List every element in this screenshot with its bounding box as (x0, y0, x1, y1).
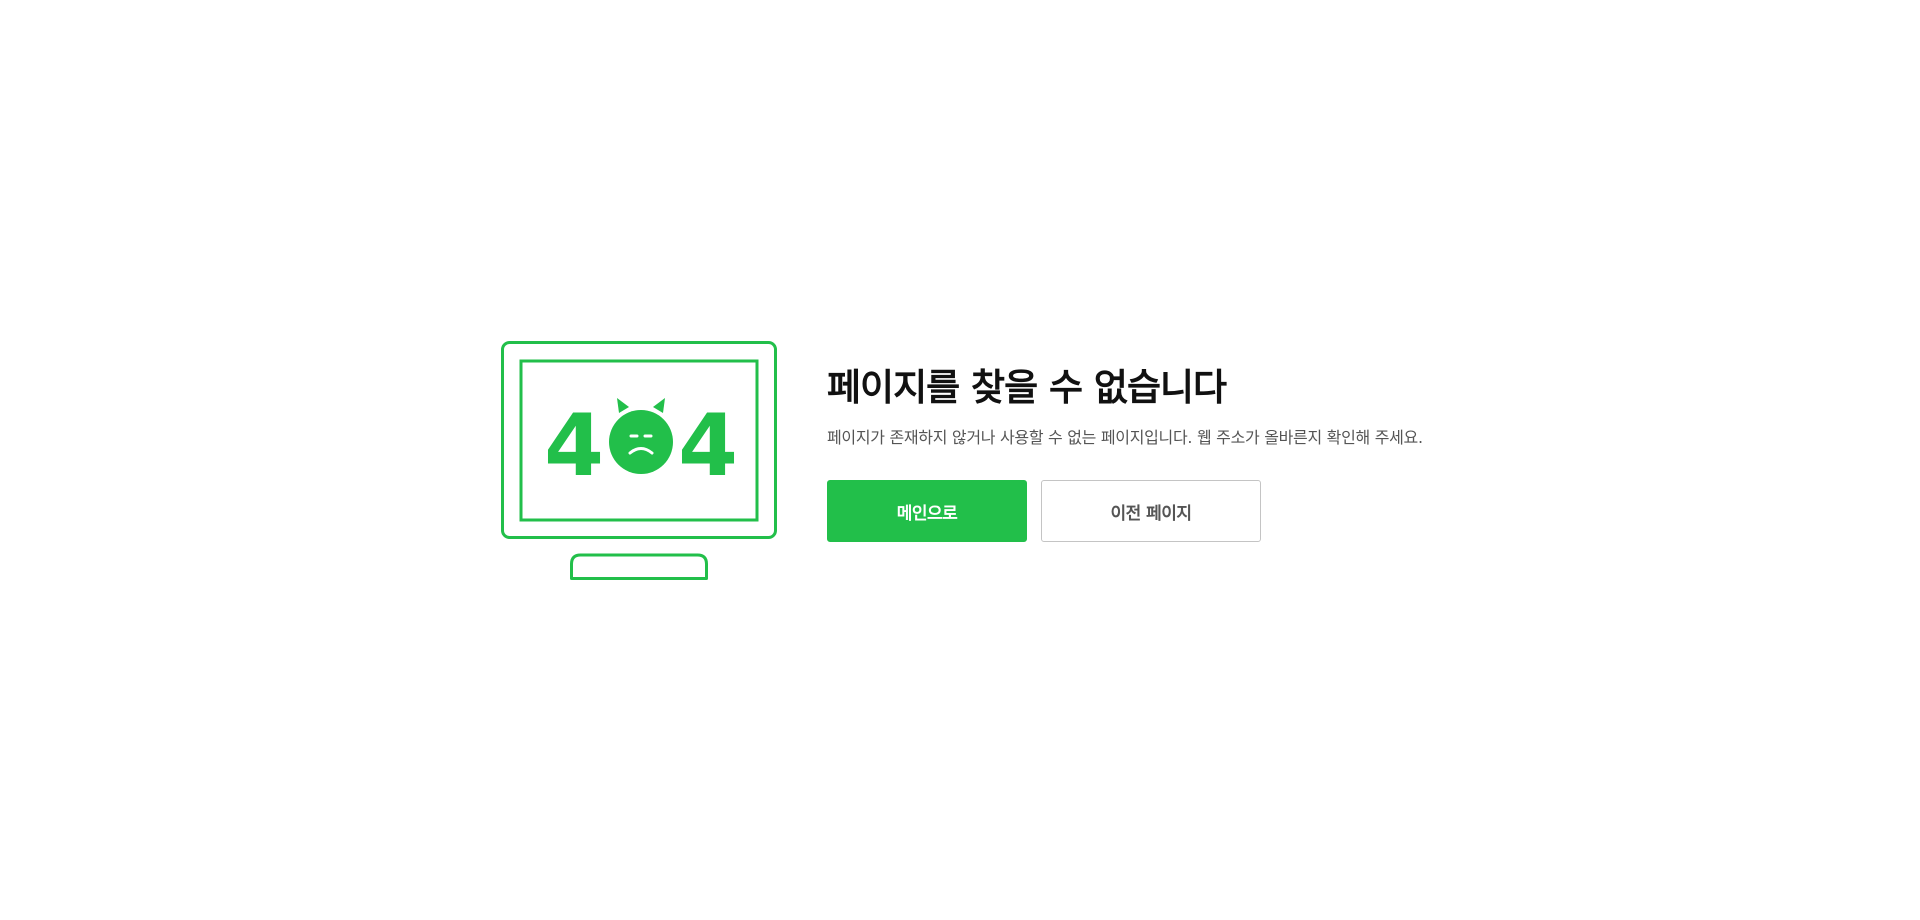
monitor-404-illustration: 4 4 (501, 341, 777, 580)
go-main-button[interactable]: 메인으로 (827, 480, 1027, 542)
error-content: 페이지를 찾을 수 없습니다 페이지가 존재하지 않거나 사용할 수 없는 페이… (827, 360, 1527, 542)
button-group: 메인으로 이전 페이지 (827, 480, 1527, 542)
sad-cat-face-icon (609, 398, 673, 474)
monitor-stand (570, 553, 708, 580)
error-code-right-digit: 4 (678, 396, 738, 496)
page-title: 페이지를 찾을 수 없습니다 (827, 366, 1227, 409)
error-code-left-digit: 4 (544, 396, 604, 496)
previous-page-button[interactable]: 이전 페이지 (1041, 480, 1261, 542)
error-description: 페이지가 존재하지 않거나 사용할 수 없는 페이지입니다. 웹 주소가 올바른… (827, 428, 1423, 447)
error-page: 4 4 페이지를 찾을 수 없습니다 페이지가 존재하지 않거나 사용할 수 없… (0, 0, 1920, 920)
